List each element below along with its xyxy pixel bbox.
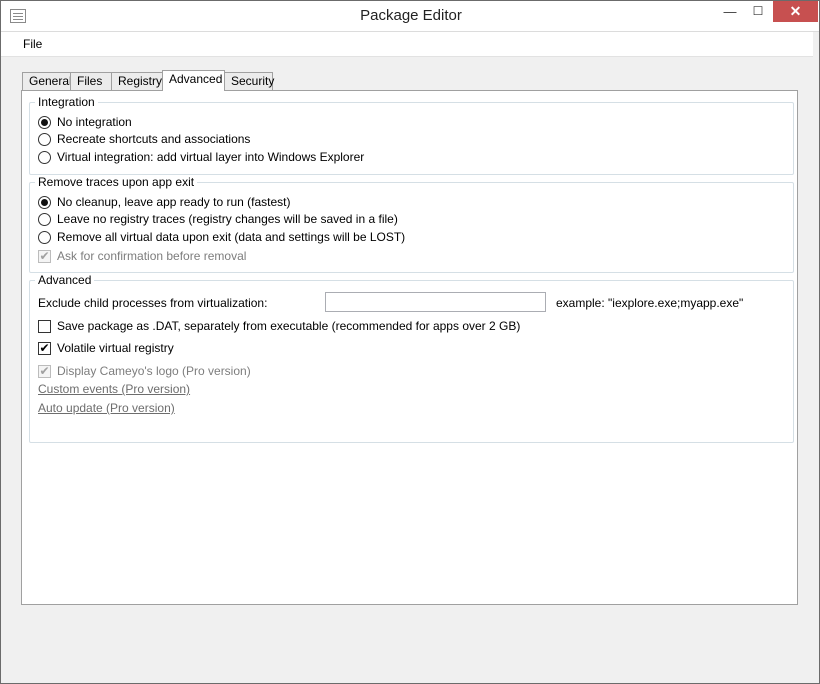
radio-remove-all-data[interactable]: Remove all virtual data upon exit (data … [38, 229, 405, 245]
remove-traces-legend: Remove traces upon app exit [38, 175, 195, 189]
tab-files[interactable]: Files [70, 72, 112, 90]
radio-label: Virtual integration: add virtual layer i… [57, 150, 365, 164]
radio-indicator[interactable] [38, 195, 51, 209]
checkbox-label: Volatile virtual registry [57, 341, 174, 355]
title-bar: Package Editor — ☐ ✕ [1, 1, 819, 32]
close-button[interactable]: ✕ [773, 1, 818, 22]
integration-legend: Integration [38, 95, 95, 109]
checkbox-label: Display Cameyo's logo (Pro version) [57, 364, 251, 378]
radio-label: No cleanup, leave app ready to run (fast… [57, 195, 291, 209]
package-editor-window: Package Editor — ☐ ✕ File General Files … [0, 0, 820, 684]
radio-no-registry-traces[interactable]: Leave no registry traces (registry chang… [38, 211, 398, 227]
tab-security[interactable]: Security [224, 72, 274, 90]
radio-no-cleanup[interactable]: No cleanup, leave app ready to run (fast… [38, 194, 290, 210]
checkbox-indicator: ✔ [38, 249, 51, 263]
radio-label: Recreate shortcuts and associations [57, 132, 251, 146]
checkbox-indicator: ✔ [38, 364, 51, 378]
checkbox-ask-confirmation: ✔ Ask for confirmation before removal [38, 248, 246, 264]
radio-label: No integration [57, 115, 132, 129]
radio-label: Leave no registry traces (registry chang… [57, 212, 398, 226]
maximize-button[interactable]: ☐ [745, 1, 771, 22]
radio-indicator[interactable] [38, 132, 51, 146]
exclude-processes-label: Exclude child processes from virtualizat… [38, 296, 268, 310]
checkbox-volatile-registry[interactable]: ✔ Volatile virtual registry [38, 340, 174, 356]
radio-no-integration[interactable]: No integration [38, 114, 132, 130]
radio-label: Remove all virtual data upon exit (data … [57, 230, 406, 244]
advanced-tab-panel: Integration No integration Recreate shor… [21, 90, 798, 605]
advanced-legend: Advanced [38, 273, 92, 287]
radio-recreate-shortcuts[interactable]: Recreate shortcuts and associations [38, 131, 250, 147]
radio-virtual-integration[interactable]: Virtual integration: add virtual layer i… [38, 149, 364, 165]
checkbox-save-dat[interactable]: Save package as .DAT, separately from ex… [38, 318, 520, 334]
checkbox-display-logo: ✔ Display Cameyo's logo (Pro version) [38, 363, 251, 379]
exclude-example-hint: example: "iexplore.exe;myapp.exe" [556, 296, 744, 310]
radio-indicator[interactable] [38, 150, 51, 164]
checkbox-label: Save package as .DAT, separately from ex… [57, 319, 521, 333]
custom-events-link[interactable]: Custom events (Pro version) [38, 382, 190, 396]
menu-bar: File [1, 32, 813, 57]
radio-indicator[interactable] [38, 230, 51, 244]
auto-update-link[interactable]: Auto update (Pro version) [38, 401, 175, 415]
checkbox-indicator[interactable] [38, 319, 51, 333]
menu-file[interactable]: File [23, 37, 42, 51]
checkbox-label: Ask for confirmation before removal [57, 249, 247, 263]
radio-indicator[interactable] [38, 212, 51, 226]
checkbox-indicator[interactable]: ✔ [38, 341, 51, 355]
tab-advanced[interactable]: Advanced [162, 70, 225, 91]
exclude-processes-input[interactable] [325, 292, 546, 312]
tab-general[interactable]: General [22, 72, 72, 90]
window-title: Package Editor [360, 7, 462, 24]
radio-indicator[interactable] [38, 115, 51, 129]
minimize-button[interactable]: — [717, 1, 743, 22]
tab-registry[interactable]: Registry [111, 72, 163, 90]
